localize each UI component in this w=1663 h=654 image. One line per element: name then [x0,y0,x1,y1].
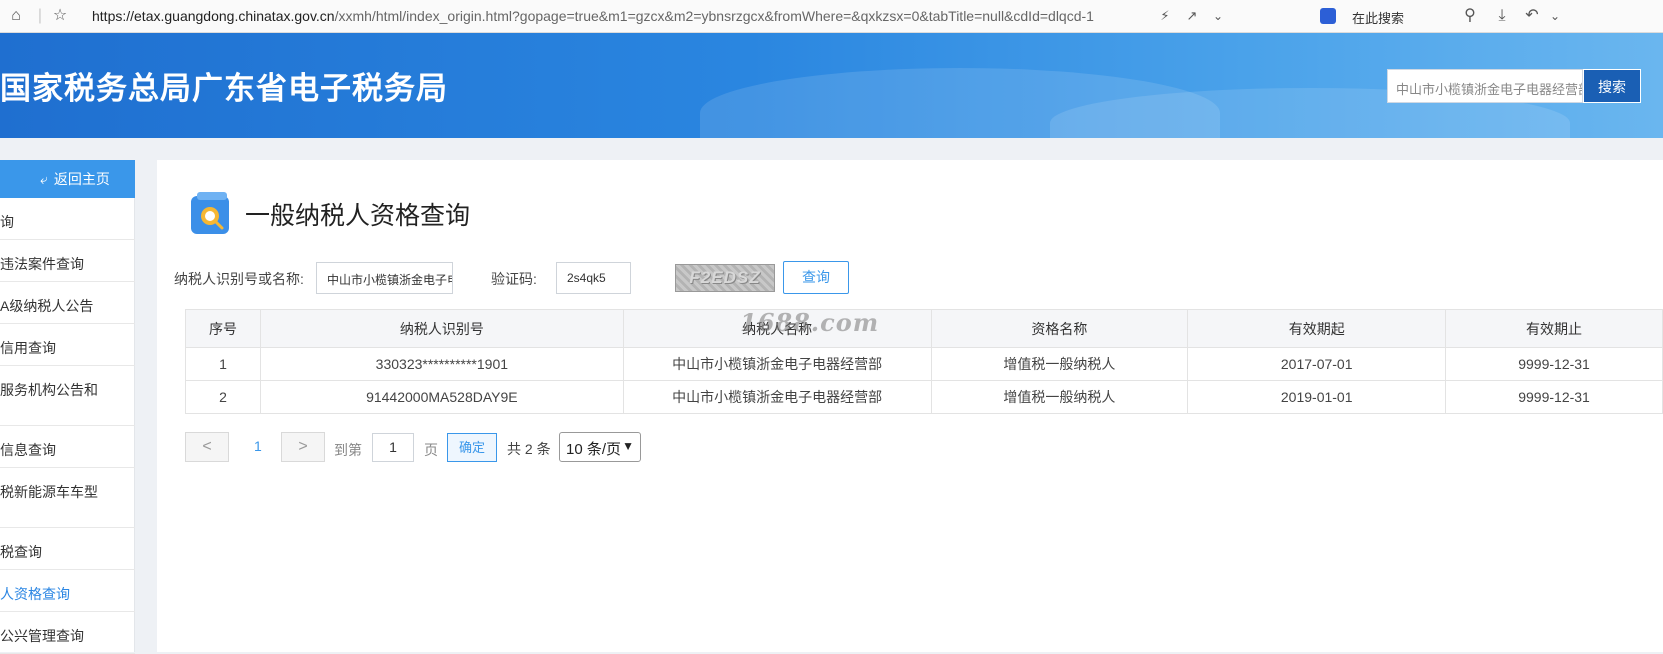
site-header: 国家税务总局广东省电子税务局 中山市小榄镇浙金电子电器经营部 搜索 [0,33,1663,138]
prev-page-button[interactable]: < [185,432,229,462]
sidebar-item[interactable]: A级纳税人公告 [0,282,135,324]
back-home-label: 返回主页 [53,171,110,187]
taxpayer-label: 纳税人识别号或名称: [174,271,304,287]
goto-label: 到第 [334,442,362,458]
table-cell: 9999-12-31 [1445,380,1663,414]
column-header: 资格名称 [930,309,1189,348]
next-page-button[interactable]: > [281,432,325,462]
sidebar-item-active[interactable]: 人资格查询 [0,570,135,612]
table-cell: 增值税一般纳税人 [930,347,1189,381]
url-path: /xxmh/html/index_origin.html?gopage=true… [334,8,1094,24]
column-header: 有效期起 [1187,309,1447,348]
menu-chevron-icon[interactable]: ⌄ [1545,6,1565,26]
page-number-current[interactable]: 1 [254,438,262,454]
download-icon[interactable]: ⤓ [1492,6,1512,26]
sidebar-item[interactable]: 信息查询 [0,426,135,468]
chevron-down-icon: ▼ [622,439,634,453]
lightning-icon[interactable]: ⚡ [1155,6,1175,26]
column-header: 序号 [185,309,261,348]
search-engine-icon[interactable] [1320,8,1336,24]
table-cell: 2019-01-01 [1187,380,1447,414]
page-unit-label: 页 [424,442,438,458]
back-home-button[interactable]: ⤶ 返回主页 [0,160,135,198]
header-search-input[interactable]: 中山市小榄镇浙金电子电器经营部 [1387,69,1583,103]
column-header: 纳税人识别号 [259,309,624,348]
chevron-down-icon[interactable]: ⌄ [1208,6,1228,26]
sidebar-item[interactable]: 违法案件查询 [0,240,135,282]
taxpayer-input[interactable]: 中山市小榄镇浙金电子电器经营部 [316,262,453,294]
captcha-image[interactable]: F2EDSZ [675,264,775,292]
total-count: 共 2 条 [507,441,551,457]
goto-confirm-button[interactable]: 确定 [447,433,497,462]
search-icon[interactable]: ⚲ [1460,6,1480,26]
home-icon[interactable]: ⌂ [6,6,26,26]
header-search-button[interactable]: 搜索 [1583,69,1641,103]
browser-search-box[interactable]: 在此搜索 [1352,8,1404,27]
table-cell: 中山市小榄镇浙金电子电器经营部 [622,380,932,414]
reply-arrow-icon: ⤶ [40,171,48,187]
captcha-label: 验证码: [491,271,537,287]
watermark-text: 1688.com [740,308,880,337]
result-table: 序号 纳税人识别号 纳税人名称 资格名称 有效期起 有效期止 1 330323*… [185,309,1663,414]
captcha-input[interactable]: 2s4qk5 [556,262,631,294]
table-row: 2 91442000MA528DAY9E 中山市小榄镇浙金电子电器经营部 增值税… [185,380,1663,414]
table-cell: 330323**********1901 [259,347,624,381]
search-document-icon [191,192,229,234]
query-button[interactable]: 查询 [783,261,849,294]
sidebar-item[interactable]: 税新能源车车型 [0,468,135,528]
sidebar-item[interactable]: 服务机构公告和 [0,366,135,426]
table-cell: 2017-07-01 [1187,347,1447,381]
table-row: 1 330323**********1901 中山市小榄镇浙金电子电器经营部 增… [185,347,1663,381]
table-cell: 91442000MA528DAY9E [259,380,624,414]
sidebar-item[interactable]: 信用查询 [0,324,135,366]
main-panel: 一般纳税人资格查询 纳税人识别号或名称: 中山市小榄镇浙金电子电器经营部 验证码… [157,160,1663,652]
table-cell: 9999-12-31 [1445,347,1663,381]
nav-divider: | [37,7,43,24]
table-cell: 增值税一般纳税人 [930,380,1189,414]
undo-icon[interactable]: ↶ [1522,6,1542,26]
table-cell: 2 [185,380,261,414]
sidebar-item[interactable]: 税查询 [0,528,135,570]
page-size-value: 10 条/页 [566,441,622,458]
goto-page-input[interactable]: 1 [372,433,414,462]
url-domain: https://etax.guangdong.chinatax.gov.cn [92,8,335,24]
table-header-row: 序号 纳税人识别号 纳税人名称 资格名称 有效期起 有效期止 [185,309,1663,348]
sidebar-item[interactable]: 询 [0,198,135,240]
share-icon[interactable]: ↗ [1182,6,1202,26]
sidebar-item[interactable]: 公兴管理查询 [0,612,135,654]
sidebar: ⤶ 返回主页 询 违法案件查询 A级纳税人公告 信用查询 服务机构公告和 信息查询… [0,160,135,654]
star-icon[interactable]: ☆ [50,6,70,26]
address-bar[interactable]: https://etax.guangdong.chinatax.gov.cn/x… [92,8,1094,24]
browser-toolbar: ⌂ | ☆ https://etax.guangdong.chinatax.go… [0,0,1663,33]
site-title: 国家税务总局广东省电子税务局 [0,71,448,107]
table-cell: 中山市小榄镇浙金电子电器经营部 [622,347,932,381]
page-title: 一般纳税人资格查询 [245,201,471,230]
column-header: 有效期止 [1445,309,1663,348]
page-size-select[interactable]: 10 条/页 ▼ [559,432,641,462]
table-cell: 1 [185,347,261,381]
